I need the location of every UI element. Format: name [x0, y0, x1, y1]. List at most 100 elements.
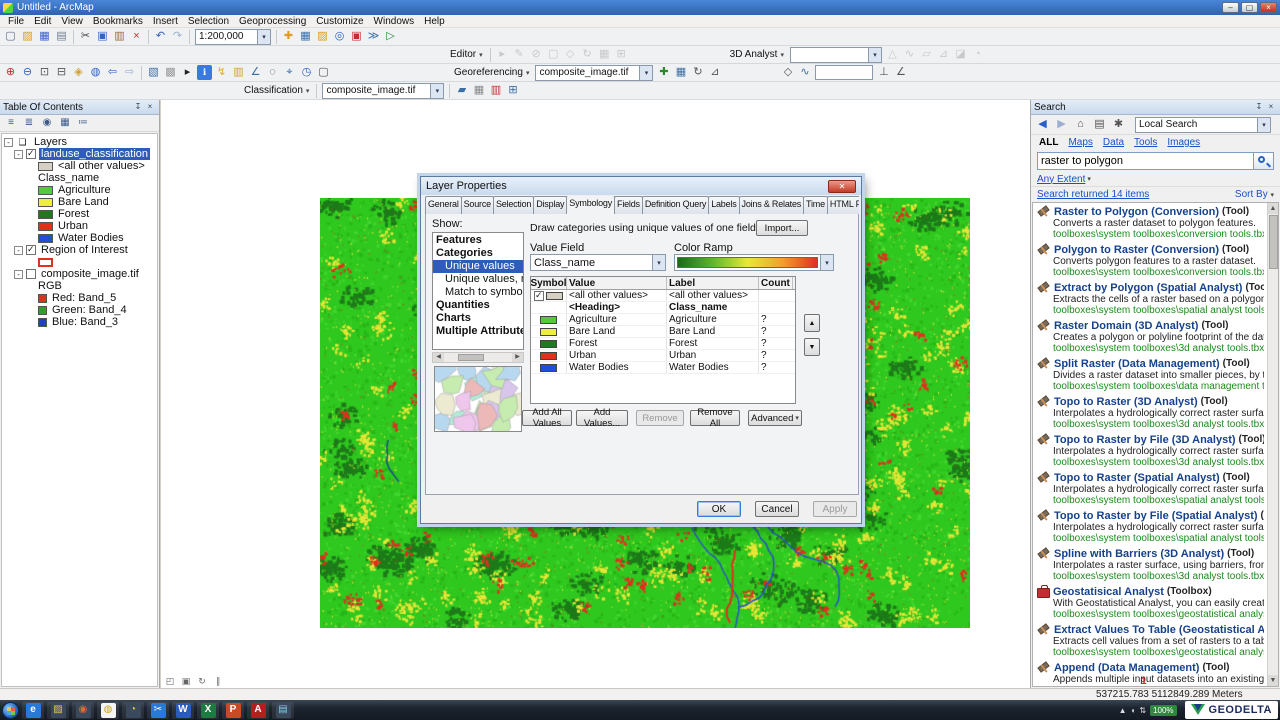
list-by-visibility-icon[interactable]: ◉ [40, 116, 54, 130]
menu-file[interactable]: File [3, 15, 29, 28]
symbology-table-row[interactable]: Water Bodies Water Bodies? [531, 362, 795, 374]
sketch-properties-icon[interactable]: ⊞ [614, 47, 629, 62]
search-pin-icon[interactable]: ↧ [1253, 101, 1265, 113]
classification-tools-icon[interactable]: ▥ [488, 83, 503, 98]
tab-symbology[interactable]: Symbology [566, 196, 616, 214]
tab-joins-relates[interactable]: Joins & Relates [738, 196, 805, 214]
remove-button[interactable]: Remove [636, 410, 684, 426]
search-result-item[interactable]: Topo to Raster by File (3D Analyst) (Tool… [1037, 433, 1264, 469]
fixed-zoom-out-icon[interactable]: ⊟ [54, 65, 69, 80]
interactive-classify-icon[interactable]: ⊞ [505, 83, 520, 98]
menu-bookmarks[interactable]: Bookmarks [88, 15, 148, 28]
draw-polygon-sample-icon[interactable]: ▰ [454, 83, 469, 98]
powerpoint-icon[interactable]: P [222, 701, 244, 719]
scroll-up-icon[interactable]: ▲ [1267, 203, 1278, 214]
contour-tool-icon[interactable]: ◔ [970, 47, 985, 62]
zoom-in-icon[interactable]: ⊕ [3, 65, 18, 80]
result-title[interactable]: Topo to Raster by File (3D Analyst) [1054, 434, 1236, 446]
hyperlink-icon[interactable]: ↯ [214, 65, 229, 80]
layer-expander-icon[interactable]: - [14, 149, 23, 159]
symbology-table-row[interactable]: Agriculture Agriculture? [531, 314, 795, 326]
tab-fields[interactable]: Fields [614, 196, 643, 214]
menu-edit[interactable]: Edit [29, 15, 56, 28]
search-scope-combo[interactable]: Local Search ▾ [1135, 116, 1271, 133]
constrain-perpendicular-icon[interactable]: ⊥ [876, 65, 891, 80]
menu-selection[interactable]: Selection [183, 15, 234, 28]
dialog-close-button[interactable]: ✕ [828, 179, 856, 193]
arcmap-taskbar-icon[interactable]: ◍ [97, 701, 119, 719]
python-window-icon[interactable]: ≫ [366, 29, 381, 44]
viewer-window-icon[interactable]: ▢ [316, 65, 331, 80]
layer-expander-icon[interactable]: - [14, 269, 23, 279]
catalog-window-icon[interactable]: ▨ [315, 29, 330, 44]
show-item-features[interactable]: Features [433, 234, 523, 247]
tab-definition-query[interactable]: Definition Query [641, 196, 710, 214]
result-title[interactable]: Extract Values To Table (Geostatistical … [1054, 624, 1264, 636]
results-scrollbar[interactable]: ▲ ▼ [1267, 203, 1278, 686]
tray-expand-icon[interactable]: ▲ [1119, 706, 1127, 715]
result-title[interactable]: Extract by Polygon (Spatial Analyst) [1054, 282, 1242, 294]
search-forward-icon[interactable]: ▶ [1054, 117, 1069, 132]
start-button[interactable] [2, 701, 19, 719]
tab-selection[interactable]: Selection [492, 196, 535, 214]
symbology-table-row[interactable]: <all other values><all other values> [531, 290, 795, 302]
select-features-icon[interactable]: ▧ [146, 65, 161, 80]
result-title[interactable]: Append (Data Management) [1054, 662, 1199, 674]
profile-graph-icon[interactable]: ◪ [953, 47, 968, 62]
layer-checkbox[interactable] [26, 244, 36, 255]
scroll-thumb[interactable] [1268, 215, 1278, 269]
edit-vertices-icon[interactable]: ✎ [512, 47, 527, 62]
search-tab-tools[interactable]: Tools [1134, 137, 1157, 148]
search-result-item[interactable]: Append (Data Management) (Tool) Appends mu… [1037, 661, 1264, 686]
result-title[interactable]: Spline with Barriers (3D Analyst) [1054, 548, 1224, 560]
split-tool-icon[interactable]: ◇ [563, 47, 578, 62]
menu-customize[interactable]: Customize [311, 15, 368, 28]
interpolate-polygon-icon[interactable]: ▱ [919, 47, 934, 62]
search-result-item[interactable]: Polygon to Raster (Conversion) (Tool) Conv… [1037, 243, 1264, 279]
toc-pin-icon[interactable]: ↧ [132, 101, 144, 113]
new-document-icon[interactable]: ▢ [3, 29, 18, 44]
result-title[interactable]: Raster to Polygon (Conversion) [1054, 206, 1219, 218]
measure-icon[interactable]: ∠ [248, 65, 263, 80]
search-result-item[interactable]: Topo to Raster by File (Spatial Analyst)… [1037, 509, 1264, 545]
search-tab-data[interactable]: Data [1103, 137, 1124, 148]
toc-options-icon[interactable]: ≔ [76, 116, 90, 130]
color-ramp-combo[interactable]: ▾ [674, 254, 834, 271]
layout-view-icon[interactable]: ▣ [180, 675, 192, 687]
editor-menu[interactable]: Editor ▾ [446, 48, 487, 61]
clear-selection-icon[interactable]: ▩ [163, 65, 178, 80]
search-go-button[interactable] [1254, 152, 1274, 170]
next-extent-icon[interactable]: ⇨ [122, 65, 137, 80]
move-value-down-button[interactable]: ▼ [804, 338, 820, 356]
html-popup-icon[interactable]: ▥ [231, 65, 246, 80]
search-tab-maps[interactable]: Maps [1068, 137, 1092, 148]
notepad-icon[interactable]: ▤ [272, 701, 294, 719]
layers-expander-icon[interactable]: - [4, 137, 13, 147]
map-scale-combo[interactable]: 1:200,000 ▾ [195, 28, 271, 45]
value-field-combo[interactable]: Class_name ▾ [530, 254, 666, 271]
hscroll-left-icon[interactable]: ◀ [433, 353, 444, 362]
identify-icon[interactable]: ℹ [197, 65, 212, 80]
classification-layer-combo[interactable]: composite_image.tif ▾ [322, 82, 445, 99]
search-close-icon[interactable]: × [1265, 101, 1277, 113]
search-result-item[interactable]: Geostatisical Analyst (Toolbox) With Geost… [1037, 585, 1264, 620]
reshape-tool-icon[interactable]: ⊘ [529, 47, 544, 62]
show-item-charts[interactable]: Charts [433, 312, 523, 325]
result-title[interactable]: Geostatisical Analyst [1053, 586, 1164, 598]
tab-labels[interactable]: Labels [708, 196, 740, 214]
layer-checkbox[interactable] [26, 269, 36, 279]
menu-windows[interactable]: Windows [369, 15, 420, 28]
symbology-table-row[interactable]: Bare Land Bare Land? [531, 326, 795, 338]
word-icon[interactable]: W [172, 701, 194, 719]
rotate-raster-icon[interactable]: ↻ [690, 65, 705, 80]
pan-icon[interactable]: ◈ [71, 65, 86, 80]
show-item-multiple-attributes[interactable]: Multiple Attributes [433, 325, 523, 338]
layer-name[interactable]: Region of Interest [39, 244, 130, 256]
search-result-item[interactable]: Extract by Polygon (Spatial Analyst)(Too… [1037, 281, 1264, 317]
minimize-button[interactable]: – [1222, 2, 1239, 13]
acrobat-icon[interactable]: A [247, 701, 269, 719]
show-item-categories[interactable]: Categories [433, 247, 523, 260]
file-explorer-icon[interactable]: ▨ [47, 701, 69, 719]
close-button[interactable]: × [1260, 2, 1277, 13]
toc-close-icon[interactable]: × [144, 101, 156, 113]
